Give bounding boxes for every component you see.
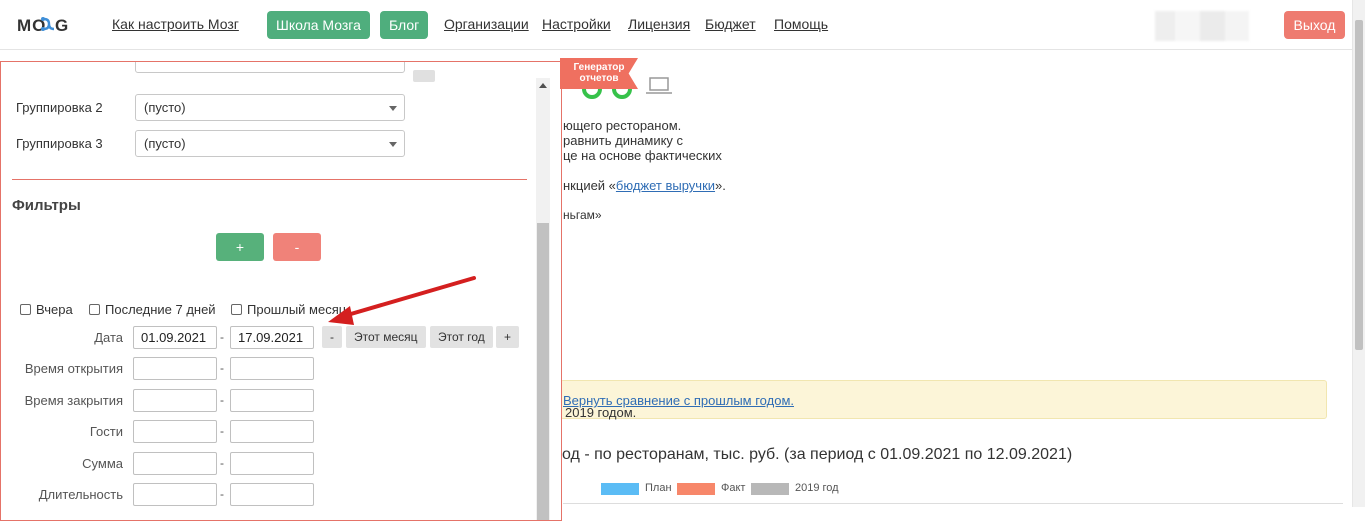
grouping3-value: (пусто) — [144, 136, 186, 151]
description-text: ». — [715, 178, 726, 193]
description-line: равнить динамику с — [563, 133, 684, 148]
date-label: Дата — [94, 330, 123, 345]
checkbox[interactable] — [231, 304, 242, 315]
nav-link-organizations[interactable]: Организации — [444, 16, 529, 32]
date-plus-button[interactable]: + — [496, 326, 520, 348]
comparison-notice: 2019 годом. Вернуть сравнение с прошлым … — [560, 380, 1327, 420]
user-name-blurred[interactable] — [1155, 11, 1249, 41]
checkbox-label: Вчера — [36, 302, 73, 317]
date-to-input[interactable]: 17.09.2021 — [230, 326, 314, 349]
chart-title: од - по ресторанам, тыс. руб. (за период… — [562, 446, 1073, 463]
opening-time-from[interactable] — [133, 357, 217, 380]
tag-line: Генератор — [573, 62, 625, 73]
duration-label: Длительность — [38, 487, 123, 502]
top-navigation-bar: MO G Как настроить Мозг Школа Мозга Блог… — [0, 0, 1352, 50]
chevron-down-icon — [389, 106, 397, 111]
sum-from[interactable] — [133, 452, 217, 475]
legend-swatch — [677, 483, 715, 495]
blog-button[interactable]: Блог — [380, 11, 429, 39]
range-dash: - — [220, 456, 224, 470]
legend-label: Факт — [721, 482, 746, 494]
scroll-up-arrow-icon[interactable] — [539, 83, 547, 88]
nav-link-budget[interactable]: Бюджет — [705, 16, 756, 32]
nav-link-how-to-setup[interactable]: Как настроить Мозг — [112, 16, 239, 32]
opening-time-to[interactable] — [230, 357, 314, 380]
opening-time-label: Время открытия — [24, 361, 123, 376]
svg-text:G: G — [55, 16, 68, 35]
panel-scrollbar-thumb[interactable] — [537, 223, 549, 520]
description-line: це на основе фактических — [563, 148, 722, 163]
annotation-arrow-icon — [328, 276, 476, 325]
grouping2-select[interactable]: (пусто) — [135, 94, 405, 121]
filters-title: Фильтры — [12, 197, 81, 214]
sum-to[interactable] — [230, 452, 314, 475]
range-dash: - — [220, 330, 224, 344]
report-generator-tag[interactable]: Генератор отчетов — [560, 58, 638, 89]
notice-text-wrap: 2019 годом. Вернуть сравнение с прошлым … — [563, 393, 794, 420]
logout-button[interactable]: Выход — [1284, 11, 1345, 39]
page-scrollbar[interactable] — [1352, 0, 1365, 507]
remove-filter-button[interactable]: - — [273, 233, 321, 261]
legend-swatch — [751, 483, 789, 495]
legend-label: План — [645, 482, 672, 494]
description-line: нкцией «бюджет выручки». — [563, 178, 726, 193]
grouping3-label: Группировка 3 — [16, 136, 103, 151]
chevron-down-icon — [389, 142, 397, 147]
range-dash: - — [220, 487, 224, 501]
grouping2-value: (пусто) — [144, 100, 186, 115]
description-text: нкцией « — [563, 178, 616, 193]
grouping1-button-partial[interactable] — [413, 70, 435, 82]
sum-label: Сумма — [82, 456, 123, 471]
description-line: ньгам» — [563, 208, 602, 222]
closing-time-from[interactable] — [133, 389, 217, 412]
grouping3-select[interactable]: (пусто) — [135, 130, 405, 157]
closing-time-to[interactable] — [230, 389, 314, 412]
budget-revenue-link[interactable]: бюджет выручки — [616, 178, 715, 193]
range-dash: - — [220, 361, 224, 375]
date-from-input[interactable]: 01.09.2021 — [133, 326, 217, 349]
checkbox[interactable] — [20, 304, 31, 315]
notice-text: 2019 годом. — [565, 405, 637, 420]
checkbox-label: Последние 7 дней — [105, 302, 216, 317]
panel-scrollbar[interactable] — [536, 78, 550, 520]
page-scrollbar-thumb[interactable] — [1355, 20, 1363, 350]
guests-from[interactable] — [133, 420, 217, 443]
closing-time-label: Время закрытия — [24, 393, 123, 408]
range-dash: - — [220, 424, 224, 438]
guests-to[interactable] — [230, 420, 314, 443]
quick-filter-yesterday[interactable]: Вчера — [20, 302, 73, 317]
nav-link-license[interactable]: Лицензия — [628, 16, 690, 32]
grouping1-select-partial[interactable] — [135, 62, 405, 73]
duration-to[interactable] — [230, 483, 314, 506]
nav-link-help[interactable]: Помощь — [774, 16, 828, 32]
section-divider — [12, 179, 527, 180]
legend-swatch — [601, 483, 639, 495]
checkbox[interactable] — [89, 304, 100, 315]
guests-label: Гости — [89, 424, 123, 439]
quick-filter-last-7-days[interactable]: Последние 7 дней — [89, 302, 216, 317]
tag-line: отчетов — [579, 73, 619, 84]
table-divider — [563, 503, 1343, 504]
legend-label: 2019 год — [795, 482, 839, 494]
description-line: ющего рестораном. — [563, 118, 682, 133]
nav-link-settings[interactable]: Настройки — [542, 16, 611, 32]
add-filter-button[interactable]: + — [216, 233, 264, 261]
range-dash: - — [220, 393, 224, 407]
mozg-logo[interactable]: MO G — [17, 11, 79, 39]
school-button[interactable]: Школа Мозга — [267, 11, 370, 39]
grouping2-label: Группировка 2 — [16, 100, 103, 115]
duration-from[interactable] — [133, 483, 217, 506]
